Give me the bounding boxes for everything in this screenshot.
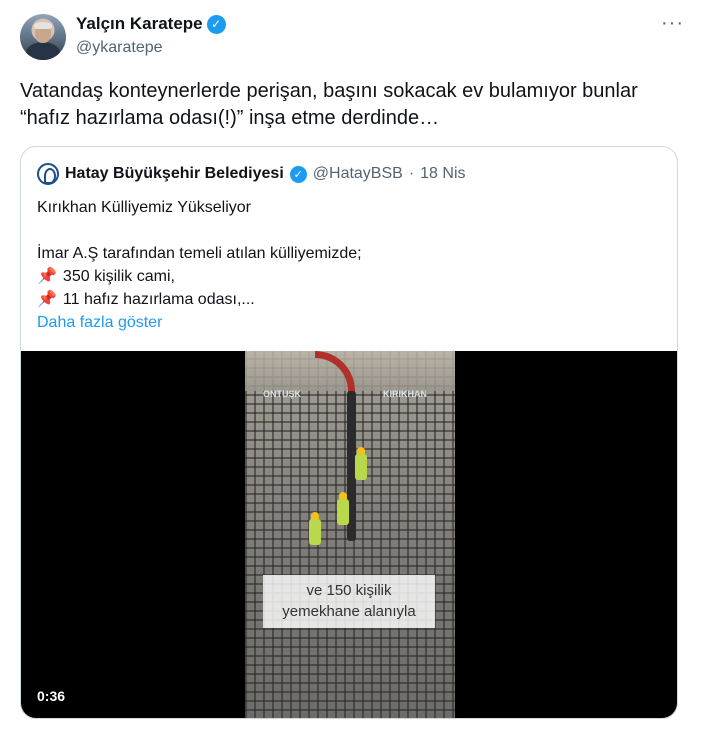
author-avatar[interactable] — [20, 14, 66, 60]
quoted-text-line: 11 hafız hazırlama odası,... — [62, 291, 255, 308]
author-handle[interactable]: @ykaratepe — [76, 39, 163, 57]
quoted-tweet-header: Hatay Büyükşehir Belediyesi ✓ @HatayBSB … — [37, 163, 466, 185]
quoted-author-avatar[interactable] — [37, 163, 59, 185]
quoted-tweet-date[interactable]: 18 Nis — [420, 165, 465, 183]
video-caption-line: yemekhane alanıyla — [282, 603, 416, 620]
video-caption: ve 150 kişilik yemekhane alanıyla — [263, 575, 435, 628]
quoted-list-item: 📌 11 hafız hazırlama odası,... — [37, 288, 362, 311]
quoted-tweet-card[interactable]: Hatay Büyükşehir Belediyesi ✓ @HatayBSB … — [20, 146, 678, 719]
author-name-row[interactable]: Yalçın Karatepe ✓ — [76, 14, 226, 34]
video-watermark: KIRIKHAN — [383, 389, 427, 399]
tweet-author-row: Yalçın Karatepe ✓ @ykaratepe ··· — [18, 12, 684, 64]
separator-dot: · — [408, 165, 415, 182]
video-caption-line: ve 150 kişilik — [306, 582, 392, 599]
quoted-list-item: 📌 350 kişilik cami, — [37, 265, 362, 288]
tweet-text-line: Vatandaş konteynerlerde perişan, başını … — [20, 80, 638, 102]
author-name[interactable]: Yalçın Karatepe — [76, 14, 203, 34]
worker-figure — [309, 512, 321, 545]
tweet-text-line: “hafız hazırlama odası(!)” inşa etme der… — [20, 107, 440, 129]
verified-badge-icon: ✓ — [206, 14, 226, 34]
video-player[interactable]: ONTUŞK KIRIKHAN ve 150 kişilik yemekhane… — [21, 351, 677, 718]
quoted-text-line: Kırıkhan Külliyemiz Yükseliyor — [37, 199, 252, 216]
pushpin-icon: 📌 — [37, 268, 57, 285]
quoted-author-handle[interactable]: @HatayBSB — [313, 165, 403, 183]
tweet-text: Vatandaş konteynerlerde perişan, başını … — [20, 78, 680, 132]
video-watermark: ONTUŞK — [263, 389, 301, 399]
quoted-tweet-body: Kırıkhan Külliyemiz Yükseliyor İmar A.Ş … — [37, 196, 362, 334]
more-options-icon[interactable]: ··· — [661, 12, 684, 35]
quoted-text-line: 350 kişilik cami, — [62, 268, 175, 285]
pushpin-icon: 📌 — [37, 291, 57, 308]
video-duration: 0:36 — [37, 688, 66, 704]
quoted-author-name[interactable]: Hatay Büyükşehir Belediyesi — [65, 165, 284, 183]
quoted-text-line: İmar A.Ş tarafından temeli atılan külliy… — [37, 245, 362, 262]
worker-figure — [337, 492, 349, 525]
show-more-link[interactable]: Daha fazla göster — [37, 311, 362, 334]
quoted-verified-badge-icon: ✓ — [289, 165, 307, 183]
video-frame[interactable]: ONTUŞK KIRIKHAN ve 150 kişilik yemekhane… — [245, 351, 455, 718]
worker-figure — [355, 447, 367, 480]
